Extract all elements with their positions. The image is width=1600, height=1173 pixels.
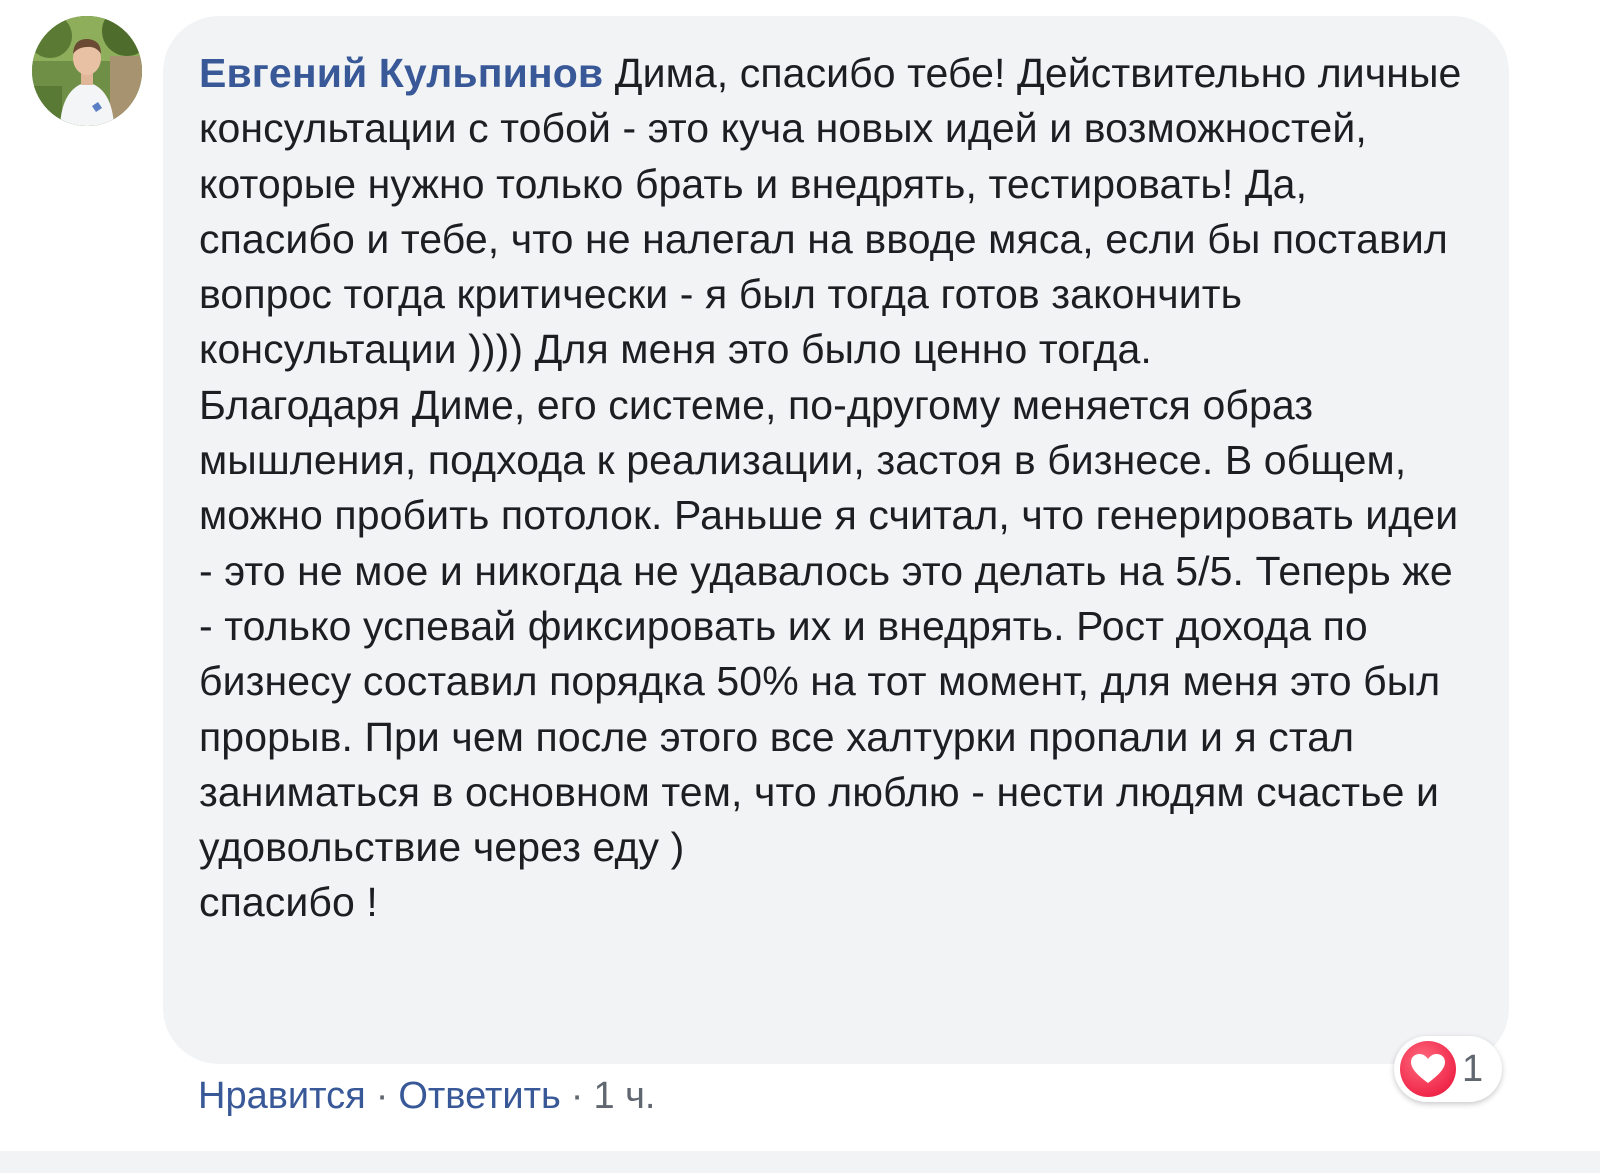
author-name-link[interactable]: Евгений Кульпинов xyxy=(199,50,603,96)
comment-paragraph: Евгений Кульпинов Дима, спасибо тебе! Де… xyxy=(199,46,1473,378)
separator-dot: · xyxy=(570,1075,584,1117)
bottom-divider xyxy=(0,1151,1600,1173)
reaction-count: 1 xyxy=(1462,1048,1484,1090)
comment-text-second: Благодаря Диме, его системе, по-другому … xyxy=(199,381,1459,871)
separator-dot: · xyxy=(375,1075,389,1117)
comment-timestamp[interactable]: 1 ч. xyxy=(593,1075,655,1117)
comment-actions: Нравится · Ответить · 1 ч. xyxy=(198,1072,655,1120)
comment-text-third: спасибо ! xyxy=(199,879,378,926)
avatar[interactable] xyxy=(32,16,142,126)
heart-icon xyxy=(1400,1041,1456,1097)
avatar-photo xyxy=(32,16,142,126)
like-button[interactable]: Нравится xyxy=(198,1075,366,1117)
reaction-summary[interactable]: 1 xyxy=(1394,1036,1502,1102)
comment-text-first: Дима, спасибо тебе! Действительно личные… xyxy=(199,50,1462,373)
comment-bubble: Евгений Кульпинов Дима, спасибо тебе! Де… xyxy=(163,16,1509,1064)
reply-button[interactable]: Ответить xyxy=(398,1075,560,1117)
comment-body: Евгений Кульпинов Дима, спасибо тебе! Де… xyxy=(199,46,1473,931)
comment-page: Евгений Кульпинов Дима, спасибо тебе! Де… xyxy=(0,0,1600,1173)
